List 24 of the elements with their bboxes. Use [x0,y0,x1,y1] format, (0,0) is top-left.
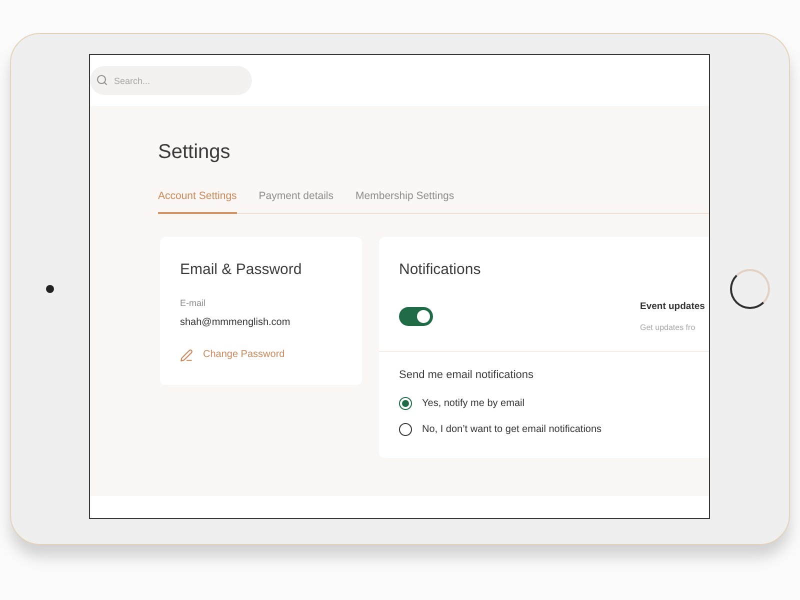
radio-label: Yes, notify me by email [422,396,524,410]
change-password-link[interactable]: Change Password [180,348,285,362]
link-text: Change Password [203,348,285,362]
home-button-icon [730,269,770,309]
toggle-switch[interactable] [399,307,433,326]
pencil-icon [180,348,193,362]
event-updates-description: Get updates fro [640,322,696,333]
camera-icon [46,285,54,293]
radio-label: No, I don’t want to get email notifications [422,422,602,436]
toggle-thumb-icon [417,310,430,323]
email-label: E-mail [180,297,206,309]
tab[interactable]: Membership Settings [356,189,454,214]
search-field[interactable]: Search... [90,66,252,95]
search-icon [96,74,108,86]
tab[interactable]: Payment details [258,189,334,214]
email-question: Send me email notifications [399,368,534,382]
tab[interactable]: Account Settings [158,189,237,214]
email-value: shah@mmmenglish.com [180,316,290,330]
radio-option[interactable]: Yes, notify me by email [399,395,524,411]
event-updates-title: Event updates [640,300,705,313]
card-title: Notifications [399,261,481,279]
radio-option[interactable]: No, I don’t want to get email notifications [399,421,602,437]
page-title: Settings [158,140,230,164]
card-title: Email & Password [180,261,302,279]
